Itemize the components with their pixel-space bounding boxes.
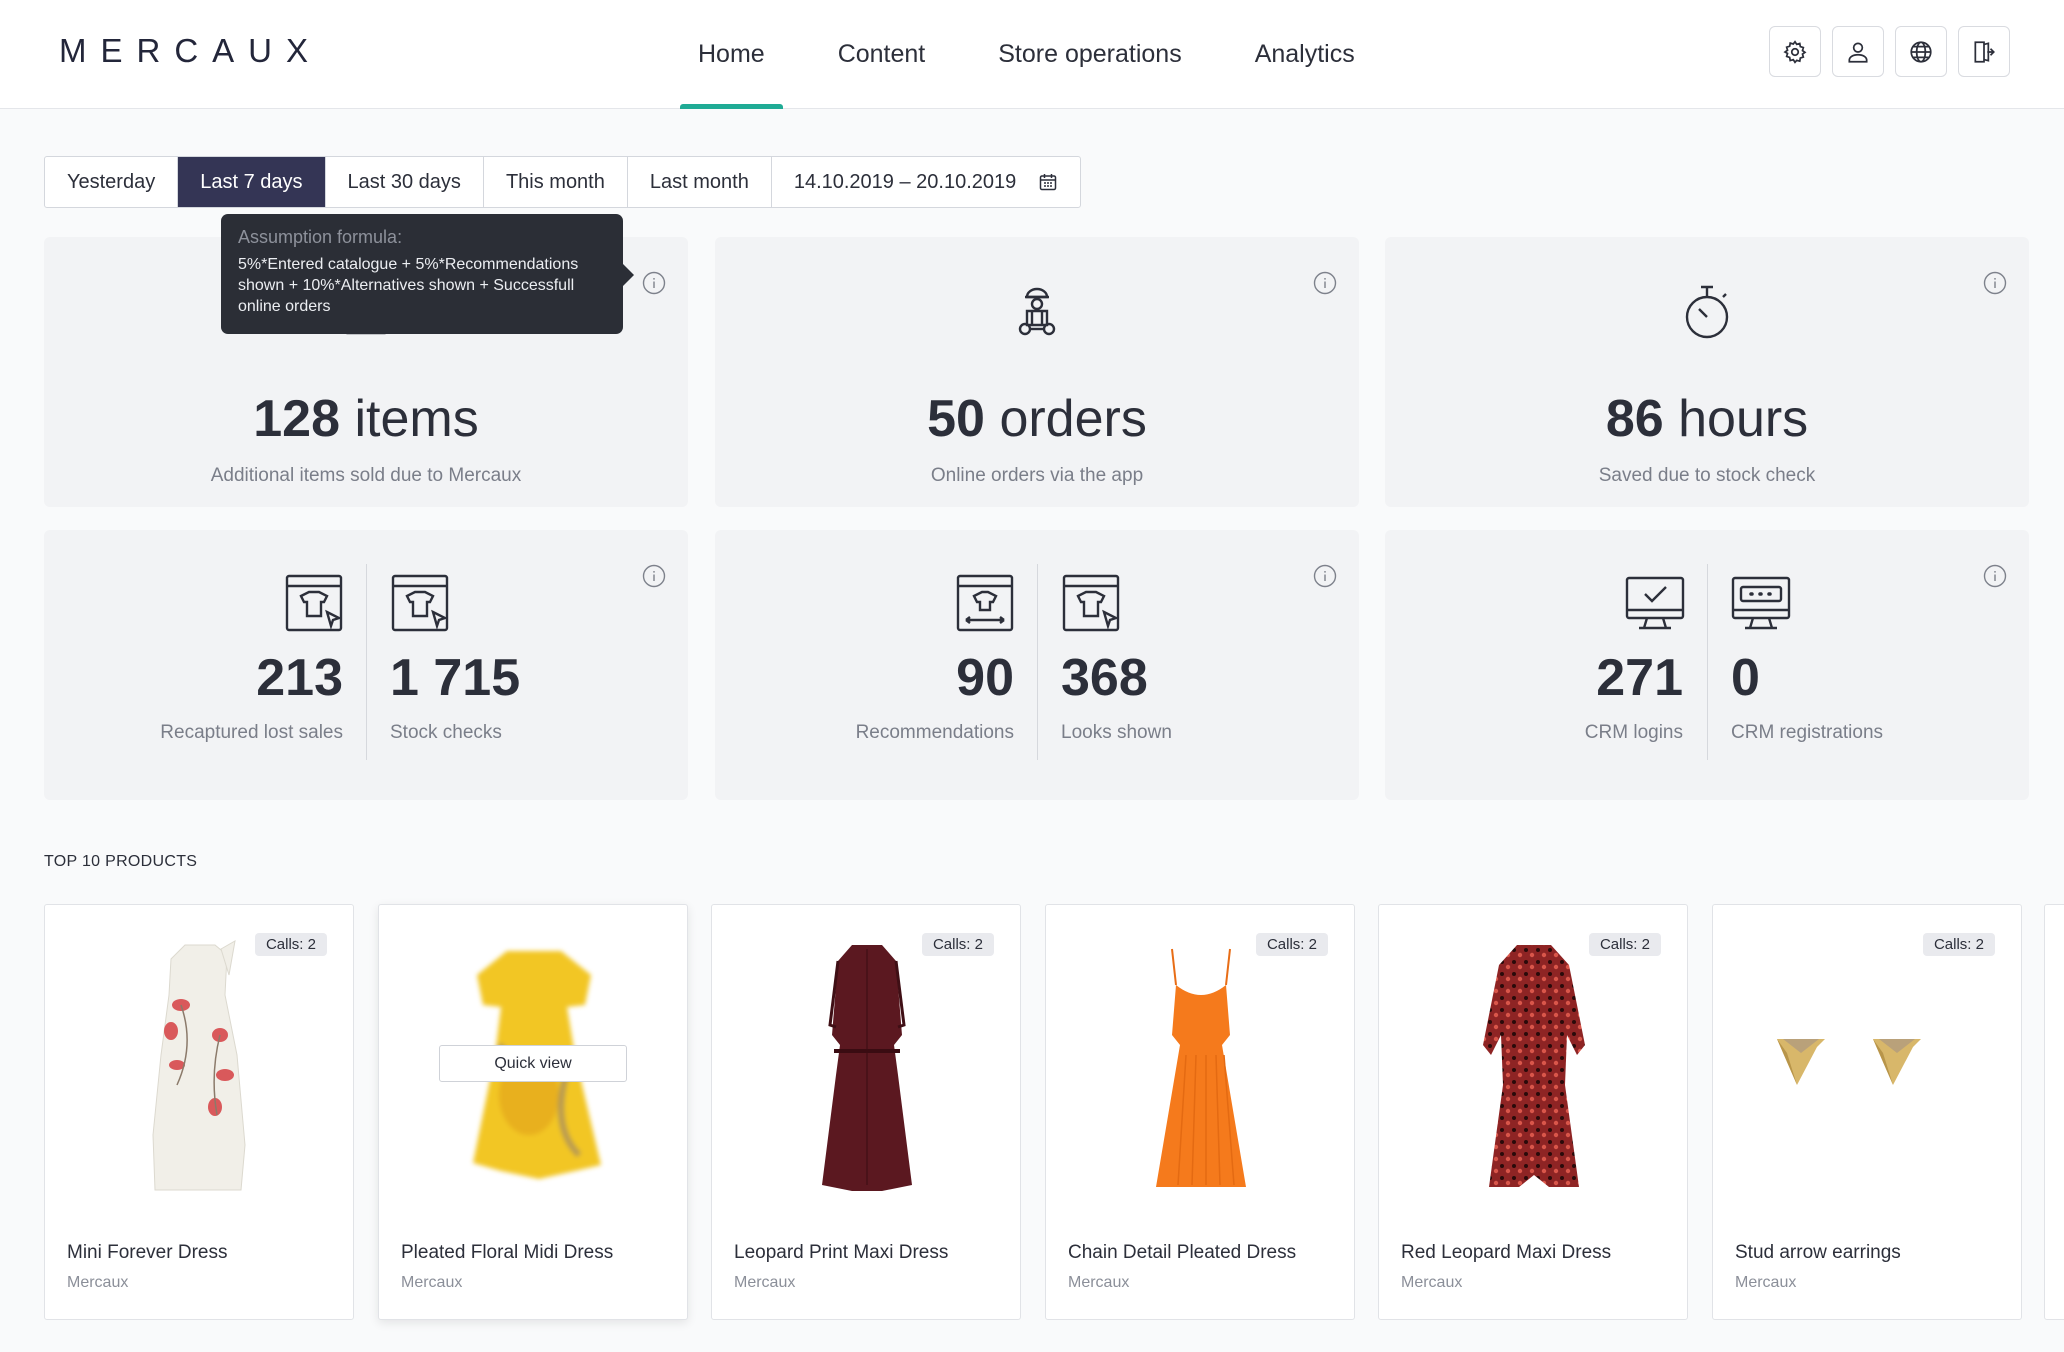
filter-last-30-days[interactable]: Last 30 days: [326, 157, 484, 207]
info-icon[interactable]: [1983, 271, 2007, 295]
product-card[interactable]: Calls: 2 Stud arrow earrings Mercaux: [1712, 904, 2022, 1320]
date-range-text: 14.10.2019 – 20.10.2019: [793, 170, 1017, 193]
product-card[interactable]: Calls: 2 Chain Detail Pleated Dress Merc…: [1045, 904, 1355, 1320]
filter-last-month[interactable]: Last month: [628, 157, 772, 207]
info-icon[interactable]: [1313, 271, 1337, 295]
filter-last-7-days[interactable]: Last 7 days: [178, 157, 326, 207]
crm-logins-value: 271: [1596, 649, 1683, 707]
logout-icon: [1974, 40, 1995, 63]
calls-badge: Calls: 2: [254, 933, 327, 956]
globe-icon: [1910, 40, 1932, 63]
gear-icon: [1783, 39, 1807, 64]
product-brand: Mercaux: [1068, 1274, 1130, 1291]
info-icon[interactable]: [642, 271, 666, 295]
main-nav: Home Content Store operations Analytics: [680, 0, 1410, 109]
product-card[interactable]: Calls: 2 Red Leopard Maxi Dress Mercaux: [1378, 904, 1688, 1320]
nav-analytics[interactable]: Analytics: [1237, 0, 1373, 109]
product-image: [822, 945, 912, 1191]
screen-arrows-icon: [956, 574, 1014, 632]
looks-value: 368: [1061, 649, 1148, 707]
product-image: [1777, 1039, 1921, 1085]
product-card[interactable]: Calls: 2 Mini Forever Dress Mercaux: [44, 904, 354, 1320]
monitor-check-icon: [1625, 576, 1685, 630]
recaptured-value: 213: [256, 649, 343, 707]
stat-divider: [1037, 564, 1038, 760]
info-icon[interactable]: [1983, 564, 2007, 588]
crm-logins-label: CRM logins: [1584, 722, 1683, 743]
language-button[interactable]: [1895, 26, 1947, 77]
product-name: Stud arrow earrings: [1735, 1242, 1901, 1263]
product-brand: Mercaux: [67, 1274, 129, 1291]
hours-label: Saved due to stock check: [1598, 465, 1816, 486]
filter-yesterday[interactable]: Yesterday: [45, 157, 179, 207]
items-metric: 128 items: [253, 390, 479, 448]
orders-metric: 50 orders: [927, 390, 1147, 448]
nav-home[interactable]: Home: [680, 0, 783, 109]
calls-badge: Calls: 2: [1588, 933, 1661, 956]
date-range-picker[interactable]: 14.10.2019 – 20.10.2019: [772, 157, 1080, 207]
calls-badge: Calls: 2: [1255, 933, 1328, 956]
product-card[interactable]: Calls: 2 Leopard Print Maxi Dress Mercau…: [711, 904, 1021, 1320]
items-label: Additional items sold due to Mercaux: [210, 465, 522, 486]
product-brand: Mercaux: [1401, 1274, 1463, 1291]
quick-view-button[interactable]: Quick view: [439, 1045, 627, 1082]
logout-button[interactable]: [1958, 26, 2010, 77]
profile-button[interactable]: [1832, 26, 1884, 77]
product-name: Red Leopard Maxi Dress: [1401, 1242, 1612, 1263]
date-filter-bar: Yesterday Last 7 days Last 30 days This …: [44, 156, 1082, 208]
product-name: Pleated Floral Midi Dress: [401, 1242, 614, 1263]
stat-card-orders: 50 orders Online orders via the app: [715, 237, 1359, 507]
screen-cursor-icon: [1062, 574, 1120, 632]
info-icon[interactable]: [642, 564, 666, 588]
product-image: [1156, 948, 1246, 1187]
settings-button[interactable]: [1769, 26, 1821, 77]
stat-divider: [366, 564, 367, 760]
app-logo[interactable]: MERCAUX: [59, 32, 322, 70]
recommendations-value: 90: [956, 649, 1014, 707]
nav-content[interactable]: Content: [820, 0, 944, 109]
nav-store-operations[interactable]: Store operations: [980, 0, 1199, 109]
product-name: Mini Forever Dress: [67, 1242, 228, 1263]
recommendations-label: Recommendations: [855, 722, 1014, 743]
product-image: [152, 940, 246, 1191]
assumption-tooltip: Assumption formula: 5%*Entered catalogue…: [221, 214, 634, 334]
product-image: [1483, 945, 1585, 1187]
info-icon[interactable]: [1313, 564, 1337, 588]
tooltip-title: Assumption formula:: [238, 227, 403, 247]
product-brand: Mercaux: [401, 1274, 463, 1291]
hours-metric: 86 hours: [1605, 390, 1809, 448]
tooltip-body: 5%*Entered catalogue + 5%*Recommendation…: [238, 256, 579, 315]
top-header: MERCAUX Home Content Store operations An…: [0, 0, 2064, 109]
product-card[interactable]: Quick view Pleated Floral Midi Dress Mer…: [378, 904, 688, 1320]
stopwatch-icon: [1685, 285, 1729, 339]
courier-icon: [1018, 287, 1056, 336]
stat-card-hours: 86 hours Saved due to stock check: [1385, 237, 2029, 507]
stat-divider: [1707, 564, 1708, 760]
product-name: Leopard Print Maxi Dress: [734, 1242, 949, 1263]
product-brand: Mercaux: [1735, 1274, 1797, 1291]
stock-checks-label: Stock checks: [390, 722, 502, 743]
calls-badge: Calls: 2: [1922, 933, 1995, 956]
screen-cursor-icon: [285, 574, 343, 632]
screen-cursor-icon: [391, 574, 449, 632]
recaptured-label: Recaptured lost sales: [160, 722, 343, 743]
filter-this-month[interactable]: This month: [484, 157, 628, 207]
orders-label: Online orders via the app: [930, 465, 1144, 486]
calls-badge: Calls: 2: [921, 933, 994, 956]
product-name: Chain Detail Pleated Dress: [1068, 1242, 1297, 1263]
crm-registrations-label: CRM registrations: [1731, 722, 1884, 743]
section-title-top-products: TOP 10 PRODUCTS: [44, 853, 198, 870]
monitor-password-icon: [1731, 576, 1791, 630]
stock-checks-value: 1 715: [390, 649, 521, 707]
user-icon: [1848, 41, 1868, 63]
product-brand: Mercaux: [734, 1274, 796, 1291]
product-card-partial[interactable]: [2044, 904, 2064, 1320]
looks-label: Looks shown: [1061, 722, 1172, 743]
calendar-icon: [1040, 174, 1057, 191]
crm-registrations-value: 0: [1731, 649, 1760, 707]
